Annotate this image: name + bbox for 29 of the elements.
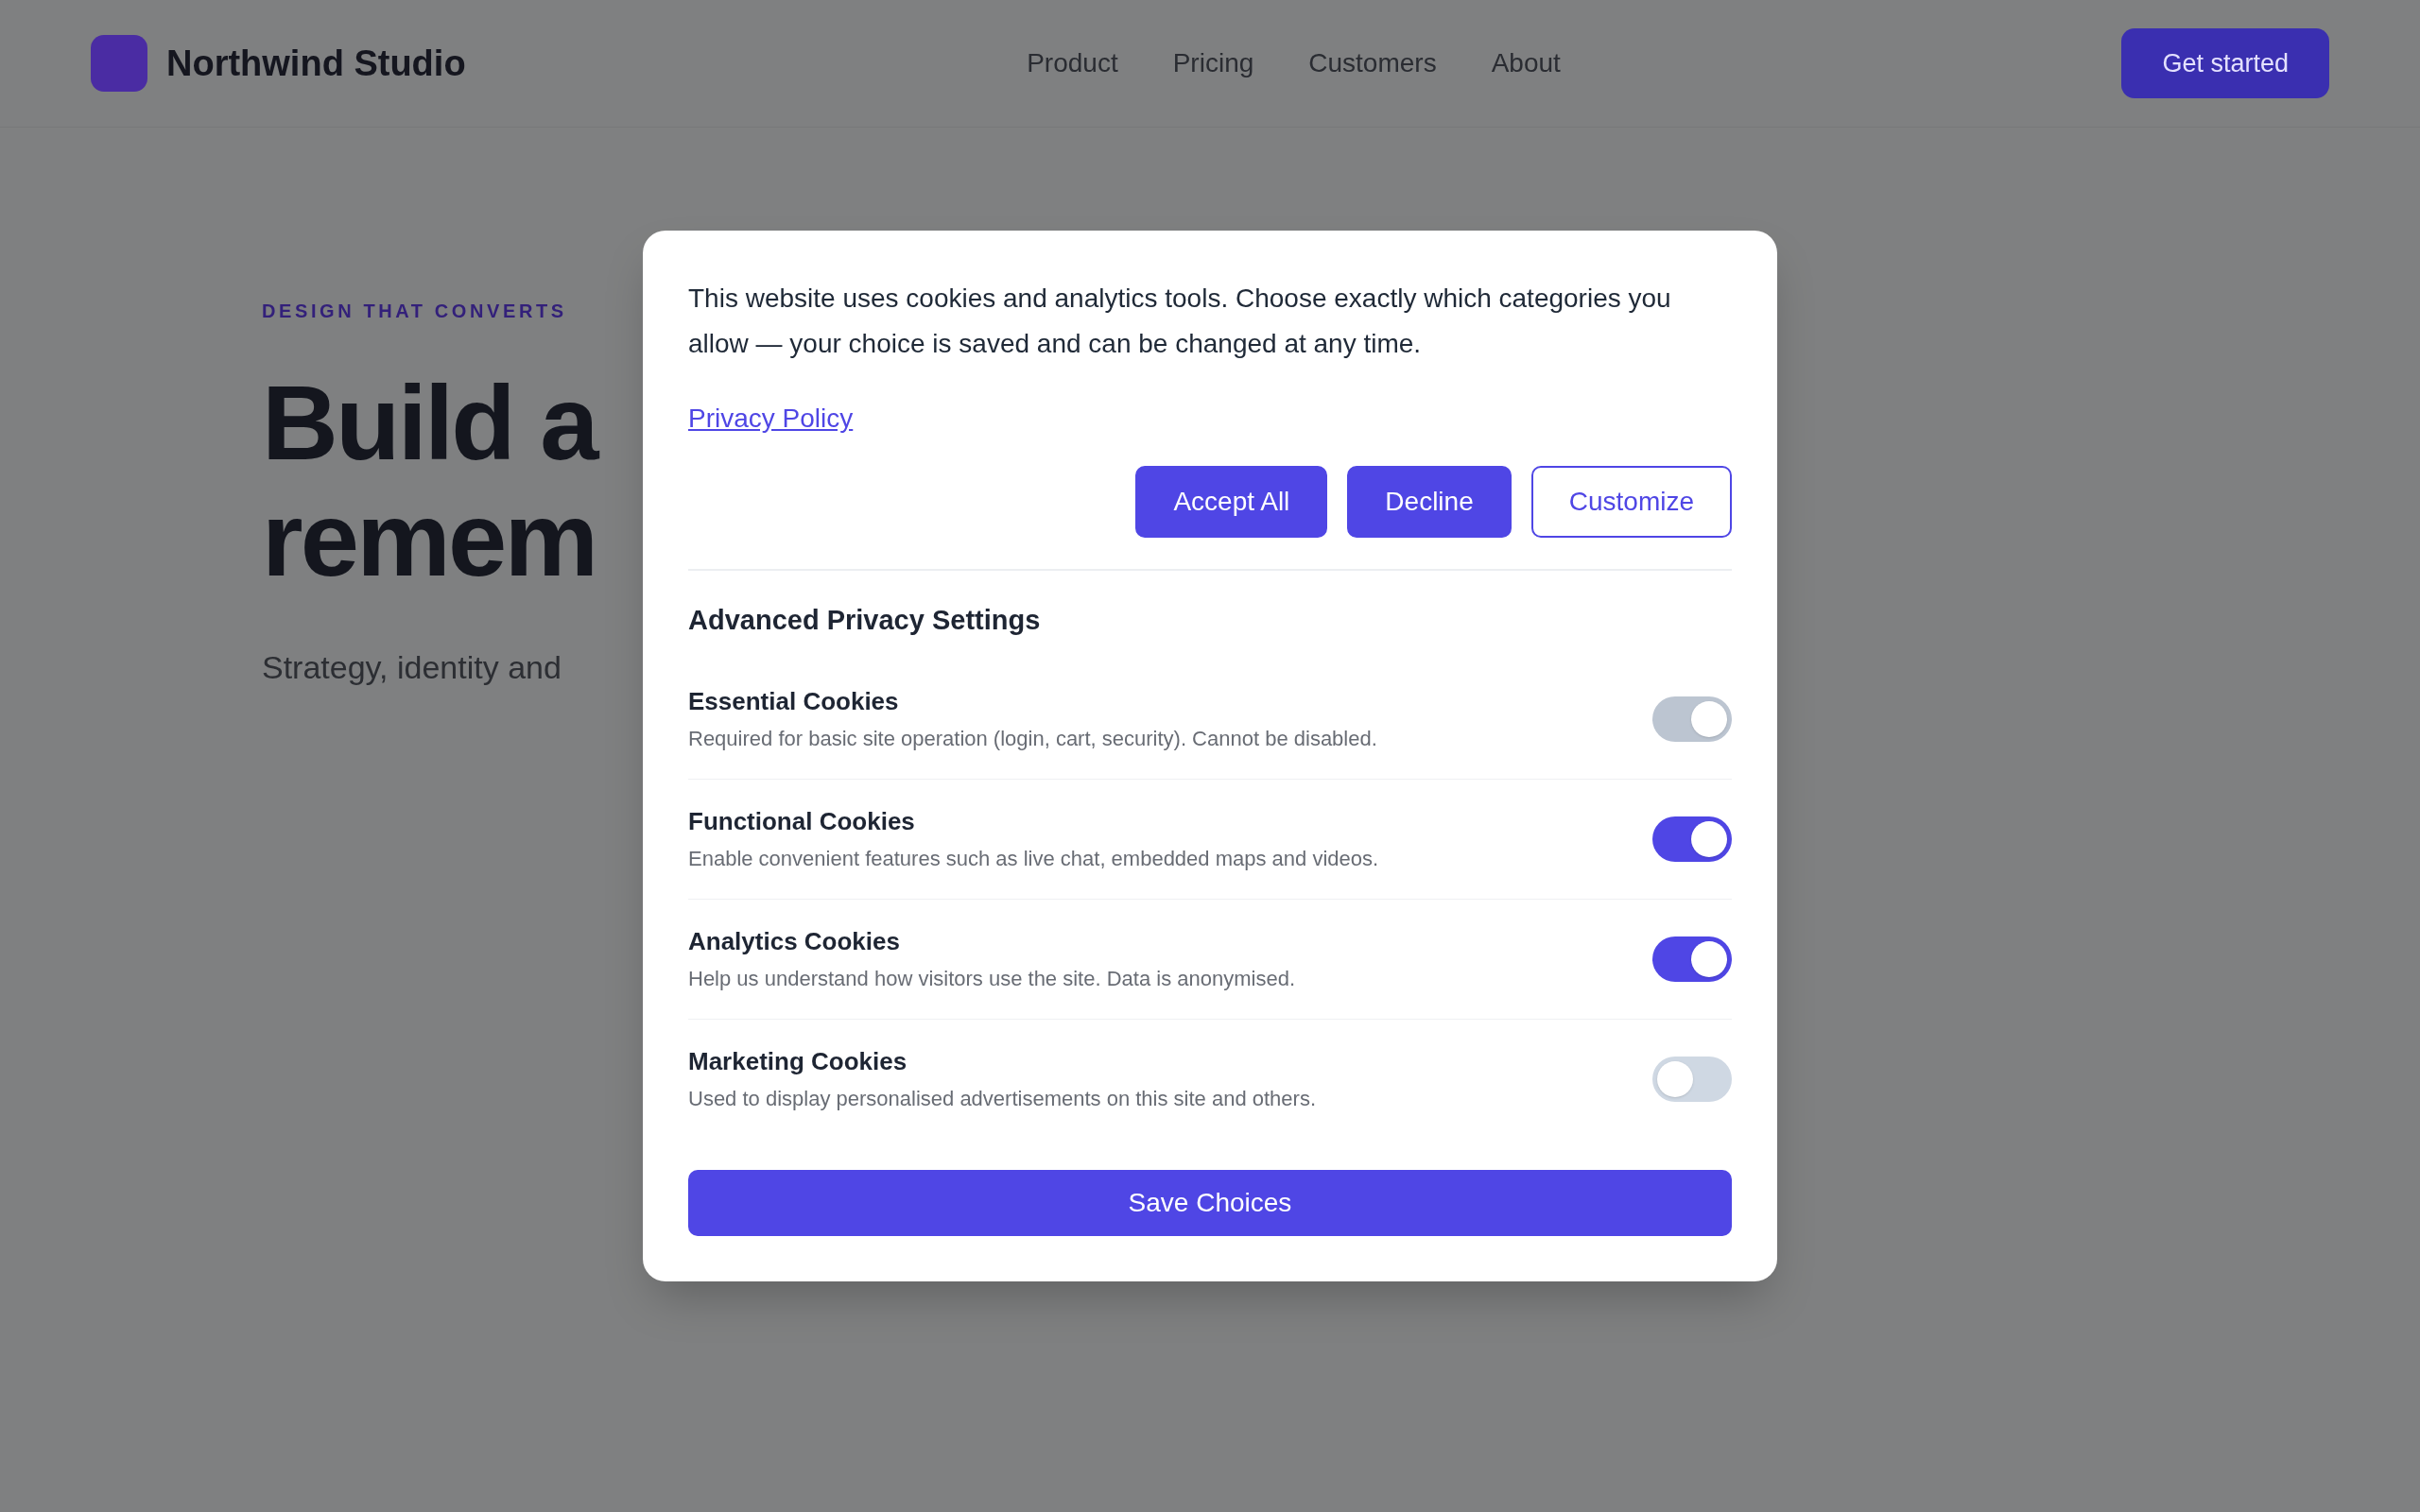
- hero-heading-line: remem: [262, 481, 596, 597]
- cookie-message: This website uses cookies and analytics tools. Choose exactly which categories you allow — your choice is saved and can be changed at any time.: [688, 283, 1672, 360]
- decline-button[interactable]: Decline: [1347, 466, 1512, 538]
- accept-all-button[interactable]: Accept All: [1135, 466, 1328, 538]
- customize-button[interactable]: Customize: [1530, 466, 1732, 538]
- hero-heading-line: Build a: [262, 365, 596, 481]
- category-description: Enable convenient features such as live chat, embedded maps and videos.: [688, 846, 1379, 872]
- settings-title: Advanced Privacy Settings: [688, 604, 1042, 637]
- category-title: Functional Cookies: [688, 806, 915, 837]
- privacy-policy-link[interactable]: Privacy Policy: [688, 400, 854, 438]
- nav-link[interactable]: Product: [1027, 43, 1118, 83]
- eyebrow-text: DESIGN THAT CONVERTS: [262, 300, 567, 323]
- nav-link[interactable]: About: [1491, 43, 1561, 83]
- category-title: Analytics Cookies: [688, 926, 900, 957]
- category-title: Marketing Cookies: [688, 1046, 908, 1077]
- category-description: Help us understand how visitors use the site. Data is anonymised.: [688, 966, 1295, 992]
- logo-icon: [91, 35, 147, 92]
- category-description: Used to display personalised advertisements on this site and others.: [688, 1086, 1317, 1112]
- nav-link[interactable]: Pricing: [1172, 43, 1254, 83]
- category-description: Required for basic site operation (login, cart, security). Cannot be disabled.: [688, 726, 1377, 752]
- toggle-switch[interactable]: [1652, 816, 1732, 862]
- toggle-switch[interactable]: [1652, 1057, 1732, 1102]
- get-started-button[interactable]: Get started: [2121, 28, 2329, 98]
- save-choices-button[interactable]: Save Choices: [688, 1170, 1732, 1236]
- hero-subtitle: Strategy, identity and: [262, 648, 562, 687]
- brand-name: Northwind Studio: [166, 42, 466, 85]
- category-title: Essential Cookies: [688, 686, 899, 717]
- toggle-switch[interactable]: [1652, 936, 1732, 982]
- nav-link[interactable]: Customers: [1308, 43, 1437, 83]
